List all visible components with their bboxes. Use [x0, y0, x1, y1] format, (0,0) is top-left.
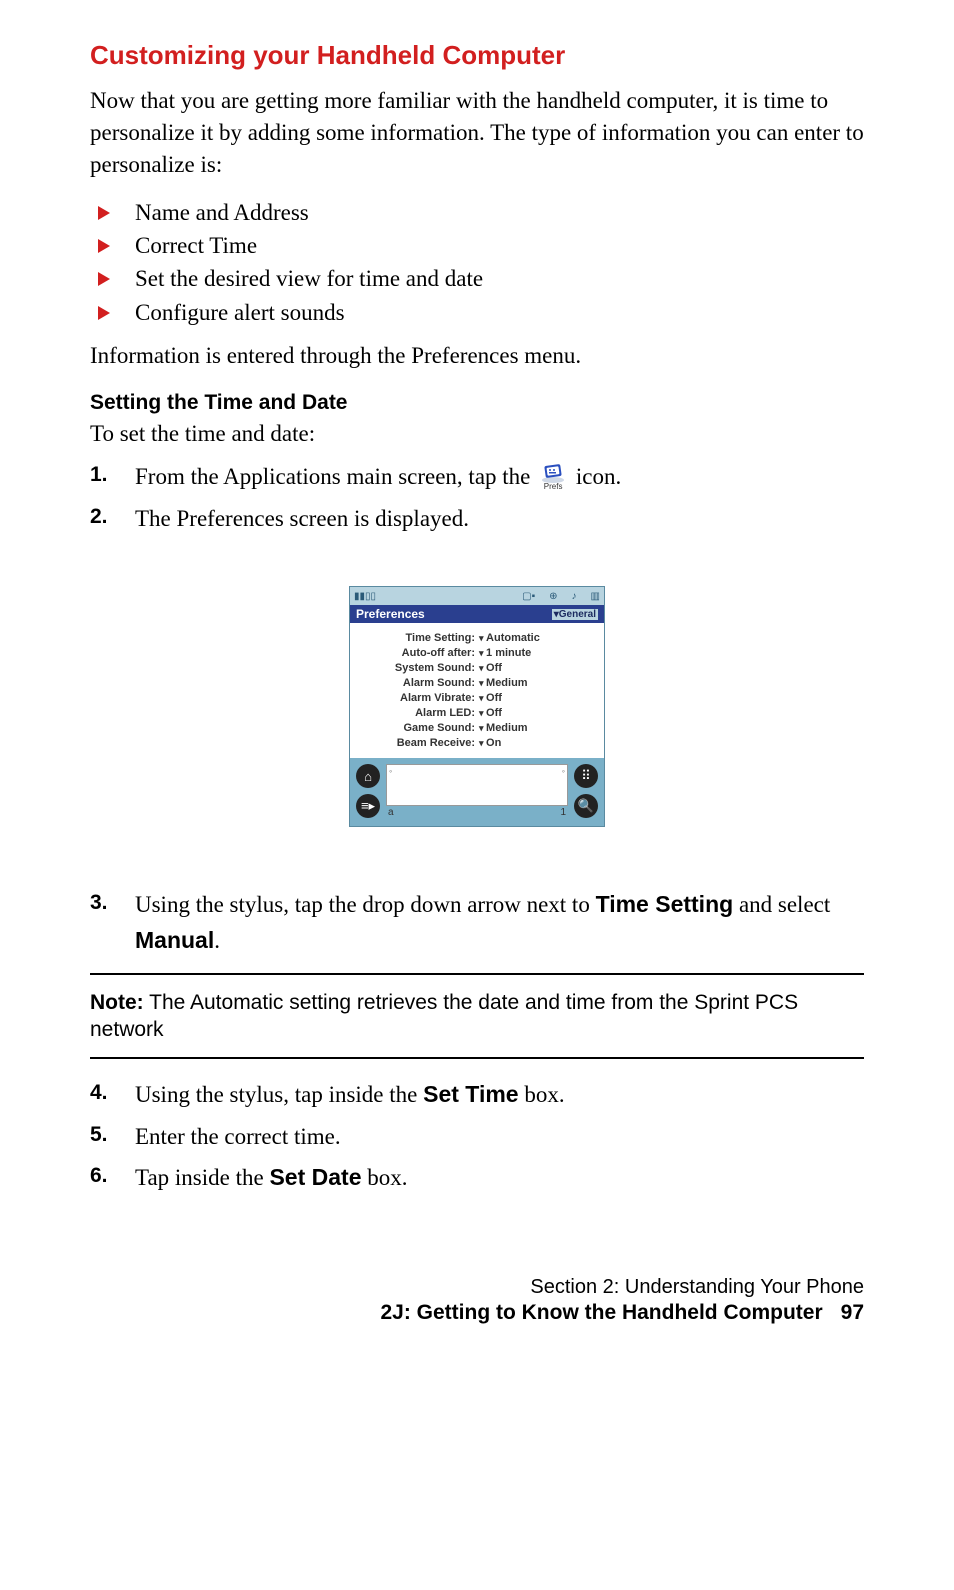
silk-1: 1 — [560, 807, 566, 818]
step-4-bold: Set Time — [423, 1081, 518, 1107]
prefs-icon-caption: Prefs — [536, 481, 570, 493]
pref-label: System Sound: — [354, 662, 479, 674]
pref-value: Off — [479, 707, 600, 719]
page-footer: Section 2: Understanding Your Phone 2J: … — [90, 1276, 864, 1325]
steps-list-3: 3. Using the stylus, tap the drop down a… — [90, 887, 864, 958]
step-6-text-a: Tap inside the — [135, 1165, 269, 1190]
step-marker: 2. — [90, 501, 108, 534]
graffiti-area: ◦ ◦ a 1 — [386, 764, 568, 818]
step-4-text-c: box. — [519, 1082, 565, 1107]
pref-row: Alarm Vibrate:Off — [354, 692, 600, 704]
pref-row: Time Setting:Automatic — [354, 632, 600, 644]
step-3-bold-2: Manual — [135, 927, 214, 953]
pref-value: Off — [479, 692, 600, 704]
pref-label: Alarm LED: — [354, 707, 479, 719]
step-3-bold-1: Time Setting — [596, 891, 734, 917]
step-2-text: The Preferences screen is displayed. — [135, 506, 469, 531]
step-4-text-a: Using the stylus, tap inside the — [135, 1082, 423, 1107]
step-3: 3. Using the stylus, tap the drop down a… — [90, 887, 864, 958]
pref-value: Off — [479, 662, 600, 674]
bullet-item: Correct Time — [90, 229, 864, 262]
pref-value: Medium — [479, 677, 600, 689]
step-6-text-c: box. — [362, 1165, 408, 1190]
step-3-text-a: Using the stylus, tap the drop down arro… — [135, 892, 596, 917]
sub-heading: Setting the Time and Date — [90, 391, 864, 415]
pref-row: System Sound:Off — [354, 662, 600, 674]
step-1-text-a: From the Applications main screen, tap t… — [135, 464, 536, 489]
pref-label: Alarm Vibrate: — [354, 692, 479, 704]
intro-paragraph: Now that you are getting more familiar w… — [90, 85, 864, 182]
device-titlebar: Preferences ▾General — [350, 605, 604, 623]
pref-value: Automatic — [479, 632, 600, 644]
device-silkscreen: ⌂ ≡▸ ◦ ◦ a 1 ⠿ 🔍 — [350, 758, 604, 826]
pref-row: Game Sound:Medium — [354, 722, 600, 734]
pref-value: Medium — [479, 722, 600, 734]
sub-intro-text: To set the time and date: — [90, 421, 864, 447]
step-2: 2. The Preferences screen is displayed. — [90, 501, 864, 537]
pref-row: Alarm Sound:Medium — [354, 677, 600, 689]
footer-chapter: 2J: Getting to Know the Handheld Compute… — [90, 1301, 864, 1325]
device-frame: ▮▮▯▯ ▢▪ ⊕ ♪ ▥ Preferences ▾General Time … — [349, 586, 605, 827]
pref-value: On — [479, 737, 600, 749]
step-3-text-c: and select — [733, 892, 830, 917]
pref-label: Beam Receive: — [354, 737, 479, 749]
step-marker: 3. — [90, 887, 108, 920]
silk-a: a — [388, 807, 394, 818]
step-3-text-e: . — [214, 928, 220, 953]
steps-list-456: 4. Using the stylus, tap inside the Set … — [90, 1077, 864, 1196]
after-bullets-text: Information is entered through the Prefe… — [90, 343, 864, 369]
titlebar-title: Preferences — [356, 607, 425, 621]
step-6-bold: Set Date — [269, 1164, 361, 1190]
device-body: Time Setting:Automatic Auto-off after:1 … — [350, 623, 604, 758]
pref-row: Beam Receive:On — [354, 737, 600, 749]
pref-value: 1 minute — [479, 647, 600, 659]
step-marker: 6. — [90, 1160, 108, 1193]
note-label: Note: — [90, 991, 144, 1014]
page-heading: Customizing your Handheld Computer — [90, 40, 864, 71]
device-screenshot: ▮▮▯▯ ▢▪ ⊕ ♪ ▥ Preferences ▾General Time … — [90, 586, 864, 827]
footer-section: Section 2: Understanding Your Phone — [90, 1276, 864, 1299]
device-statusbar: ▮▮▯▯ ▢▪ ⊕ ♪ ▥ — [350, 587, 604, 605]
note-block: Note: The Automatic setting retrieves th… — [90, 989, 864, 1044]
divider-bottom — [90, 1057, 864, 1059]
pref-row: Auto-off after:1 minute — [354, 647, 600, 659]
pref-row: Alarm LED:Off — [354, 707, 600, 719]
step-5: 5. Enter the correct time. — [90, 1119, 864, 1155]
pref-label: Game Sound: — [354, 722, 479, 734]
battery-icon: ▥ — [591, 591, 600, 602]
music-icon: ♪ — [572, 591, 577, 602]
step-1-text-b: icon. — [576, 464, 621, 489]
pref-label: Time Setting: — [354, 632, 479, 644]
bullet-item: Configure alert sounds — [90, 296, 864, 329]
steps-list-top: 1. From the Applications main screen, ta… — [90, 459, 864, 536]
step-4: 4. Using the stylus, tap inside the Set … — [90, 1077, 864, 1113]
step-1: 1. From the Applications main screen, ta… — [90, 459, 864, 495]
prefs-icon: Prefs — [536, 463, 570, 493]
page-number: 97 — [841, 1301, 864, 1324]
pref-label: Alarm Sound: — [354, 677, 479, 689]
step-marker: 4. — [90, 1077, 108, 1110]
signal-icon: ▮▮▯▯ — [354, 591, 376, 602]
pref-label: Auto-off after: — [354, 647, 479, 659]
step-marker: 5. — [90, 1119, 108, 1152]
bullet-item: Name and Address — [90, 196, 864, 229]
find-icon: 🔍 — [574, 794, 598, 818]
step-6: 6. Tap inside the Set Date box. — [90, 1160, 864, 1196]
step-5-text: Enter the correct time. — [135, 1124, 341, 1149]
bullet-item: Set the desired view for time and date — [90, 262, 864, 295]
sync-icon: ⊕ — [549, 591, 557, 602]
apps-icon: ⠿ — [574, 764, 598, 788]
menu-icon: ≡▸ — [356, 794, 380, 818]
step-marker: 1. — [90, 459, 108, 492]
note-text: The Automatic setting retrieves the date… — [90, 991, 798, 1041]
divider-top — [90, 973, 864, 975]
footer-chapter-text: 2J: Getting to Know the Handheld Compute… — [380, 1301, 822, 1324]
bullet-list: Name and Address Correct Time Set the de… — [90, 196, 864, 329]
titlebar-category: ▾General — [552, 609, 598, 620]
home-icon: ⌂ — [356, 764, 380, 788]
card-icon: ▢▪ — [522, 591, 535, 602]
